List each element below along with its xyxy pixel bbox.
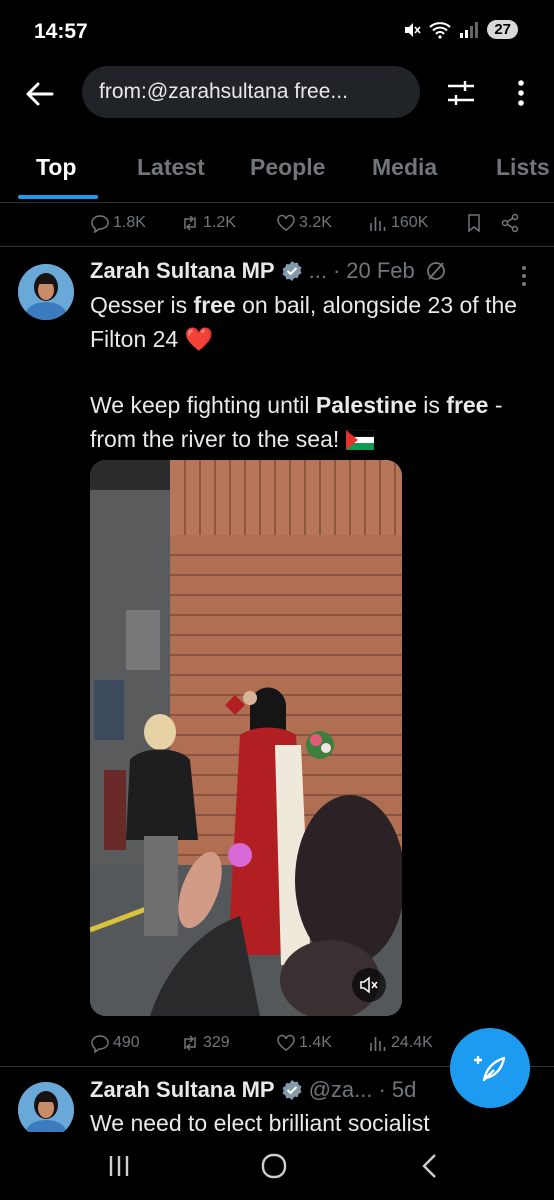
tab-top[interactable]: Top [36, 154, 76, 181]
bookmark-icon [468, 214, 480, 233]
like-count: 1.4K [299, 1034, 332, 1051]
status-icons: 27 [403, 20, 518, 39]
tweet-menu-button[interactable] [514, 262, 534, 290]
arrow-left-icon [26, 82, 54, 106]
reply-count: 490 [113, 1034, 140, 1051]
sliders-icon [448, 81, 474, 105]
filter-button[interactable] [444, 76, 478, 110]
like-button[interactable]: 1.4K [276, 1033, 368, 1053]
bold-text: Palestine [315, 392, 417, 418]
views-icon [370, 217, 386, 231]
muted-speaker-icon [360, 976, 378, 994]
active-tab-indicator [18, 195, 98, 199]
bold-text: free [446, 392, 489, 418]
view-count: 160K [391, 214, 429, 231]
more-vertical-icon [518, 80, 524, 106]
status-bar: 14:57 27 [0, 0, 554, 60]
recent-apps-button[interactable] [106, 1154, 132, 1178]
heart-icon [277, 1034, 295, 1051]
tab-lists[interactable]: Lists [496, 154, 550, 181]
bold-text: free [193, 292, 236, 318]
more-vertical-icon [522, 266, 526, 286]
compose-feather-icon [474, 1056, 506, 1082]
tab-people[interactable]: People [250, 154, 325, 181]
avatar-image [18, 1082, 74, 1138]
tweet-paragraph-1: Qesser is free on bail, alongside 23 of … [90, 288, 540, 356]
like-count: 3.2K [299, 214, 332, 231]
mute-video-button[interactable] [352, 968, 386, 1002]
heart-emoji: ❤️ [184, 326, 214, 352]
video-frame [90, 460, 402, 1016]
mute-status-icon [405, 22, 421, 37]
view-count: 24.4K [391, 1034, 433, 1051]
reply-button[interactable]: 490 [90, 1033, 180, 1053]
tab-media[interactable]: Media [372, 154, 437, 181]
tweet-header: Zarah Sultana MP @za... · 5d [90, 1077, 416, 1103]
author-name[interactable]: Zarah Sultana MP [90, 1077, 275, 1103]
tweet-text: Qesser is free on bail, alongside 23 of … [90, 288, 540, 456]
bookmark-button[interactable] [464, 213, 500, 233]
author-handle[interactable]: ... [309, 258, 327, 284]
text-run: Qesser is [90, 292, 194, 318]
palestine-flag-icon [345, 429, 374, 450]
tweet-header: Zarah Sultana MP ... · 20 Feb [90, 258, 447, 284]
search-input[interactable]: from:@zarahsultana free... [82, 66, 420, 118]
like-button[interactable]: 3.2K [276, 213, 368, 233]
repost-count: 329 [203, 1034, 230, 1051]
tweet-divider [0, 246, 554, 247]
repost-icon [184, 215, 196, 231]
separator-dot: · [332, 258, 341, 283]
wifi-icon [429, 21, 451, 39]
back-button[interactable] [22, 76, 58, 112]
tweet-video[interactable] [90, 460, 402, 1016]
reply-button[interactable]: 1.8K [90, 213, 180, 233]
author-handle[interactable]: @za... [309, 1077, 373, 1103]
status-time: 14:57 [34, 20, 88, 43]
grok-icon[interactable] [425, 260, 447, 282]
separator-dot: · [378, 1077, 386, 1102]
reply-icon [91, 215, 109, 233]
recent-apps-icon [109, 1156, 129, 1176]
repost-button[interactable]: 1.2K [180, 213, 276, 233]
compose-post-button[interactable] [450, 1028, 530, 1108]
verified-badge-icon [282, 261, 302, 281]
avatar[interactable] [18, 264, 74, 320]
tab-latest[interactable]: Latest [137, 154, 205, 181]
tabs-divider [0, 202, 554, 203]
views-button[interactable]: 160K [368, 213, 464, 233]
tweet-paragraph-2: We keep fighting until Palestine is free… [90, 388, 540, 456]
signal-icon [460, 21, 479, 38]
repost-icon [184, 1035, 196, 1051]
home-circle-icon [261, 1153, 287, 1179]
prev-tweet-actions: 1.8K 1.2K 3.2K 160K [90, 208, 530, 238]
system-back-button[interactable] [418, 1152, 442, 1180]
avatar[interactable] [18, 1082, 74, 1138]
share-button[interactable] [500, 213, 520, 233]
search-query: from:@zarahsultana free... [99, 80, 348, 103]
reply-count: 1.8K [113, 214, 146, 231]
views-button[interactable]: 24.4K [368, 1033, 464, 1053]
more-options-button[interactable] [506, 76, 536, 110]
tweet-date[interactable]: 5d [392, 1077, 416, 1103]
share-icon [501, 213, 519, 233]
reply-icon [91, 1035, 109, 1053]
chevron-left-icon [422, 1154, 436, 1178]
author-name[interactable]: Zarah Sultana MP [90, 258, 275, 284]
battery-indicator: 27 [487, 20, 518, 39]
views-icon [370, 1037, 386, 1051]
home-button[interactable] [260, 1152, 288, 1180]
verified-badge-icon [282, 1080, 302, 1100]
text-run: We keep fighting until [90, 392, 316, 418]
repost-count: 1.2K [203, 214, 236, 231]
system-nav-bar [0, 1132, 554, 1200]
avatar-image [18, 264, 74, 320]
text-run: is [416, 392, 447, 418]
repost-button[interactable]: 329 [180, 1033, 276, 1053]
search-tabs: Top Latest People Media Lists [0, 140, 554, 202]
heart-icon [277, 214, 295, 231]
tweet-date[interactable]: 20 Feb [346, 258, 415, 284]
